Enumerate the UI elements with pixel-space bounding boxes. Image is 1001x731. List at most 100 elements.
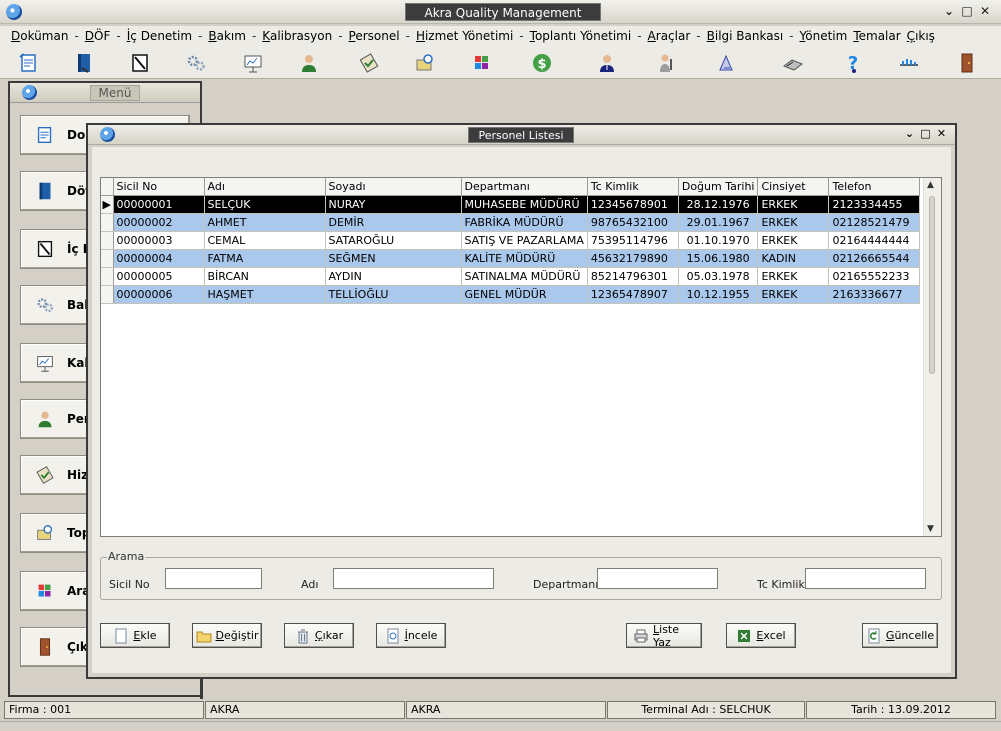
cell-soyadi[interactable]: AYDIN bbox=[325, 267, 462, 286]
table-row[interactable]: ▶ 00000001 SELÇUK NURAY MUHASEBE MÜDÜRÜ … bbox=[101, 195, 921, 214]
cell-cinsiyet[interactable]: ERKEK bbox=[757, 231, 830, 250]
cell-dogum-tarihi[interactable]: 28.12.1976 bbox=[678, 195, 759, 214]
cell-departmani[interactable]: SATINALMA MÜDÜRÜ bbox=[461, 267, 588, 286]
col-sicil-no[interactable]: Sicil No bbox=[113, 178, 205, 196]
cell-tc-kimlik[interactable]: 75395114796 bbox=[587, 231, 679, 250]
menu-dokuman[interactable]: Doküman bbox=[8, 29, 71, 43]
cell-sicil-no[interactable]: 00000006 bbox=[113, 285, 205, 304]
cell-departmani[interactable]: MUHASEBE MÜDÜRÜ bbox=[461, 195, 588, 214]
edit-button[interactable]: Değiştir bbox=[192, 623, 262, 648]
calibration-chart-icon[interactable] bbox=[240, 50, 266, 76]
cell-dogum-tarihi[interactable]: 05.03.1978 bbox=[678, 267, 759, 286]
cell-soyadi[interactable]: TELLİOĞLU bbox=[325, 285, 462, 304]
add-button[interactable]: Ekle bbox=[100, 623, 170, 648]
cell-cinsiyet[interactable]: ERKEK bbox=[757, 213, 830, 232]
personnel-grid[interactable]: Sicil No Adı Soyadı Departmanı Tc Kimlik… bbox=[100, 177, 942, 537]
table-row[interactable]: 00000005 BİRCAN AYDIN SATINALMA MÜDÜRÜ 8… bbox=[101, 267, 921, 286]
cell-dogum-tarihi[interactable]: 29.01.1967 bbox=[678, 213, 759, 232]
menu-ic-denetim[interactable]: İç Denetim bbox=[124, 29, 195, 43]
cell-sicil-no[interactable]: 00000005 bbox=[113, 267, 205, 286]
money-icon[interactable]: $ bbox=[529, 50, 555, 76]
cell-departmani[interactable]: SATIŞ VE PAZARLAMA bbox=[461, 231, 588, 250]
cell-dogum-tarihi[interactable]: 15.06.1980 bbox=[678, 249, 759, 268]
refresh-button[interactable]: Güncelle bbox=[862, 623, 938, 648]
cell-departmani[interactable]: KALİTE MÜDÜRÜ bbox=[461, 249, 588, 268]
manager-icon[interactable] bbox=[594, 50, 620, 76]
col-telefon[interactable]: Telefon bbox=[828, 178, 921, 196]
col-tc-kimlik[interactable]: Tc Kimlik bbox=[587, 178, 679, 196]
cell-cinsiyet[interactable]: ERKEK bbox=[757, 267, 830, 286]
cell-cinsiyet[interactable]: ERKEK bbox=[757, 195, 830, 214]
excel-button[interactable]: Excel bbox=[726, 623, 796, 648]
cell-telefon[interactable]: 02126665544 bbox=[828, 249, 921, 268]
menu-toplanti-yonetimi[interactable]: Toplantı Yönetimi bbox=[527, 29, 635, 43]
menu-cikis[interactable]: Çıkış bbox=[904, 29, 938, 43]
scroll-down-icon[interactable]: ▼ bbox=[927, 524, 934, 534]
personnel-icon[interactable] bbox=[296, 50, 322, 76]
cell-soyadi[interactable]: NURAY bbox=[325, 195, 462, 214]
worker-icon[interactable] bbox=[653, 50, 679, 76]
panel-splitter[interactable] bbox=[200, 679, 203, 699]
minimize-icon[interactable]: ⌄ bbox=[943, 4, 955, 18]
table-row[interactable]: 00000006 HAŞMET TELLİOĞLU GENEL MÜDÜR 12… bbox=[101, 285, 921, 304]
close-icon[interactable]: ✕ bbox=[979, 4, 991, 18]
menu-araclar[interactable]: Araçlar bbox=[645, 29, 694, 43]
network-icon[interactable] bbox=[896, 50, 922, 76]
service-icon[interactable] bbox=[356, 50, 382, 76]
col-dogum-tarihi[interactable]: Doğum Tarihi bbox=[678, 178, 759, 196]
cell-adi[interactable]: CEMAL bbox=[204, 231, 326, 250]
col-soyadi[interactable]: Soyadı bbox=[325, 178, 462, 196]
cell-cinsiyet[interactable]: KADIN bbox=[757, 249, 830, 268]
cell-telefon[interactable]: 02128521479 bbox=[828, 213, 921, 232]
scanner-icon[interactable] bbox=[780, 50, 806, 76]
search-departman-input[interactable] bbox=[597, 568, 718, 589]
menu-bilgi-bankasi[interactable]: Bilgi Bankası bbox=[704, 29, 787, 43]
maximize-icon[interactable]: □ bbox=[920, 127, 931, 140]
inspect-button[interactable]: İncele bbox=[376, 623, 446, 648]
dof-book-icon[interactable] bbox=[71, 50, 97, 76]
cell-soyadi[interactable]: SATAROĞLU bbox=[325, 231, 462, 250]
app-globe-icon[interactable] bbox=[6, 4, 22, 20]
minimize-icon[interactable]: ⌄ bbox=[904, 127, 915, 140]
cell-sicil-no[interactable]: 00000004 bbox=[113, 249, 205, 268]
drawing-icon[interactable] bbox=[714, 50, 740, 76]
col-adi[interactable]: Adı bbox=[204, 178, 326, 196]
table-row[interactable]: 00000003 CEMAL SATAROĞLU SATIŞ VE PAZARL… bbox=[101, 231, 921, 250]
table-row[interactable]: 00000002 AHMET DEMİR FABRİKA MÜDÜRÜ 9876… bbox=[101, 213, 921, 232]
exit-door-icon[interactable] bbox=[954, 50, 980, 76]
audit-icon[interactable] bbox=[127, 50, 153, 76]
cell-adi[interactable]: BİRCAN bbox=[204, 267, 326, 286]
cell-dogum-tarihi[interactable]: 10.12.1955 bbox=[678, 285, 759, 304]
meeting-icon[interactable] bbox=[412, 50, 438, 76]
cell-telefon[interactable]: 2123334455 bbox=[828, 195, 921, 214]
cell-adi[interactable]: HAŞMET bbox=[204, 285, 326, 304]
search-tc-input[interactable] bbox=[805, 568, 926, 589]
cell-adi[interactable]: AHMET bbox=[204, 213, 326, 232]
table-row[interactable]: 00000004 FATMA SEĞMEN KALİTE MÜDÜRÜ 4563… bbox=[101, 249, 921, 268]
col-cinsiyet[interactable]: Cinsiyet bbox=[757, 178, 830, 196]
child-globe-icon[interactable] bbox=[100, 127, 115, 142]
cell-departmani[interactable]: GENEL MÜDÜR bbox=[461, 285, 588, 304]
cell-departmani[interactable]: FABRİKA MÜDÜRÜ bbox=[461, 213, 588, 232]
cell-tc-kimlik[interactable]: 12365478907 bbox=[587, 285, 679, 304]
cell-tc-kimlik[interactable]: 12345678901 bbox=[587, 195, 679, 214]
cell-dogum-tarihi[interactable]: 01.10.1970 bbox=[678, 231, 759, 250]
menu-bakim[interactable]: Bakım bbox=[205, 29, 249, 43]
search-sicil-input[interactable] bbox=[165, 568, 262, 589]
cell-cinsiyet[interactable]: ERKEK bbox=[757, 285, 830, 304]
menu-dof[interactable]: DÖF bbox=[82, 29, 114, 43]
cell-tc-kimlik[interactable]: 85214796301 bbox=[587, 267, 679, 286]
cell-tc-kimlik[interactable]: 45632179890 bbox=[587, 249, 679, 268]
help-icon[interactable]: ? bbox=[840, 50, 866, 76]
cell-tc-kimlik[interactable]: 98765432100 bbox=[587, 213, 679, 232]
maintenance-gears-icon[interactable] bbox=[183, 50, 209, 76]
cell-adi[interactable]: FATMA bbox=[204, 249, 326, 268]
cell-telefon[interactable]: 2163336677 bbox=[828, 285, 921, 304]
print-list-button[interactable]: Liste Yaz bbox=[626, 623, 702, 649]
menu-hizmet-yonetimi[interactable]: Hizmet Yönetimi bbox=[413, 29, 516, 43]
cell-sicil-no[interactable]: 00000002 bbox=[113, 213, 205, 232]
scroll-up-icon[interactable]: ▲ bbox=[927, 180, 934, 190]
cell-telefon[interactable]: 02164444444 bbox=[828, 231, 921, 250]
menu-temalar[interactable]: Temalar bbox=[850, 29, 903, 43]
tools-icon[interactable] bbox=[469, 50, 495, 76]
